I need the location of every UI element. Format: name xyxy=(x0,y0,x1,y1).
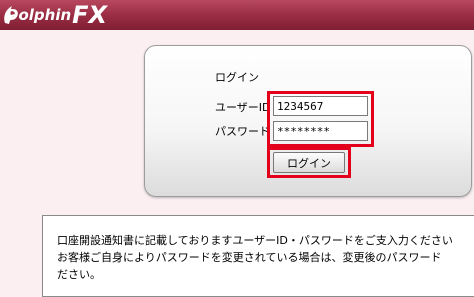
user-id-label: ユーザーID xyxy=(215,101,271,114)
password-label: パスワード xyxy=(215,125,270,138)
logo-fx: FX xyxy=(72,1,108,29)
login-title: ログイン xyxy=(215,71,259,84)
user-id-input[interactable] xyxy=(273,96,368,116)
notice-box: 口座開設通知書に記載しておりますユーザーID・パスワードをご支入力ください お客… xyxy=(42,215,474,297)
notice-text: 口座開設通知書に記載しておりますユーザーID・パスワードをご支入力ください お客… xyxy=(57,234,453,281)
password-input[interactable] xyxy=(273,121,368,141)
brand-logo[interactable]: Dolphin FX xyxy=(2,2,107,28)
login-button[interactable]: ログイン xyxy=(273,152,345,173)
logo-text: Dolphin xyxy=(6,6,72,24)
header-bar: Dolphin FX xyxy=(0,0,474,30)
